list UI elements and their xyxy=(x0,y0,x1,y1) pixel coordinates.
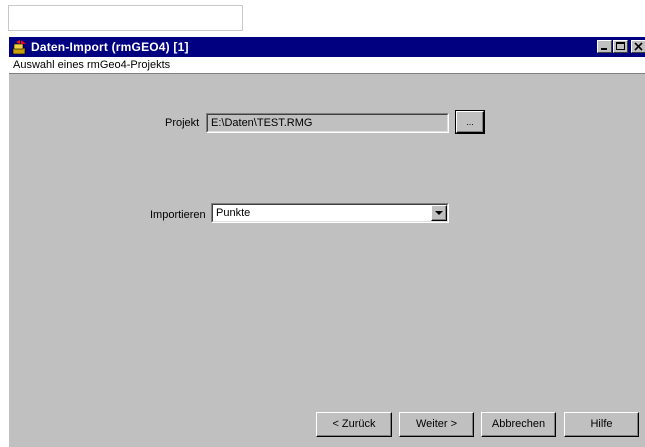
window-title: Daten-Import (rmGEO4) [1] xyxy=(31,40,189,54)
import-label: Importieren xyxy=(150,209,206,221)
help-button[interactable]: Hilfe xyxy=(564,412,639,437)
wizard-step-title: Auswahl eines rmGeo4-Projekts xyxy=(13,59,171,71)
minimize-button[interactable] xyxy=(597,40,612,53)
app-import-icon xyxy=(12,39,28,55)
top-input-box[interactable] xyxy=(8,5,243,31)
import-type-value: Punkte xyxy=(216,207,251,219)
cancel-button[interactable]: Abbrechen xyxy=(481,412,556,437)
chevron-down-icon xyxy=(435,211,443,215)
browse-button-label: ... xyxy=(466,117,474,127)
wizard-step-header: Auswahl eines rmGeo4-Projekts xyxy=(9,57,645,74)
dropdown-button[interactable] xyxy=(431,205,447,221)
project-path-field[interactable]: E:\Daten\TEST.RMG xyxy=(206,113,449,133)
maximize-icon xyxy=(616,42,625,50)
browse-button[interactable]: ... xyxy=(455,110,485,134)
close-button[interactable] xyxy=(631,40,645,53)
screen: Daten-Import (rmGEO4) [1] Auswahl eines … xyxy=(0,0,645,447)
close-icon xyxy=(634,42,643,51)
back-button[interactable]: < Zurück xyxy=(316,412,392,437)
title-bar[interactable]: Daten-Import (rmGEO4) [1] xyxy=(9,37,645,57)
project-label: Projekt xyxy=(165,117,200,129)
maximize-button[interactable] xyxy=(613,40,628,53)
import-type-select[interactable]: Punkte xyxy=(211,203,449,223)
project-path-value: E:\Daten\TEST.RMG xyxy=(211,117,313,129)
import-dialog: Daten-Import (rmGEO4) [1] Auswahl eines … xyxy=(8,36,645,447)
next-button[interactable]: Weiter > xyxy=(399,412,474,437)
minimize-icon xyxy=(601,48,607,50)
